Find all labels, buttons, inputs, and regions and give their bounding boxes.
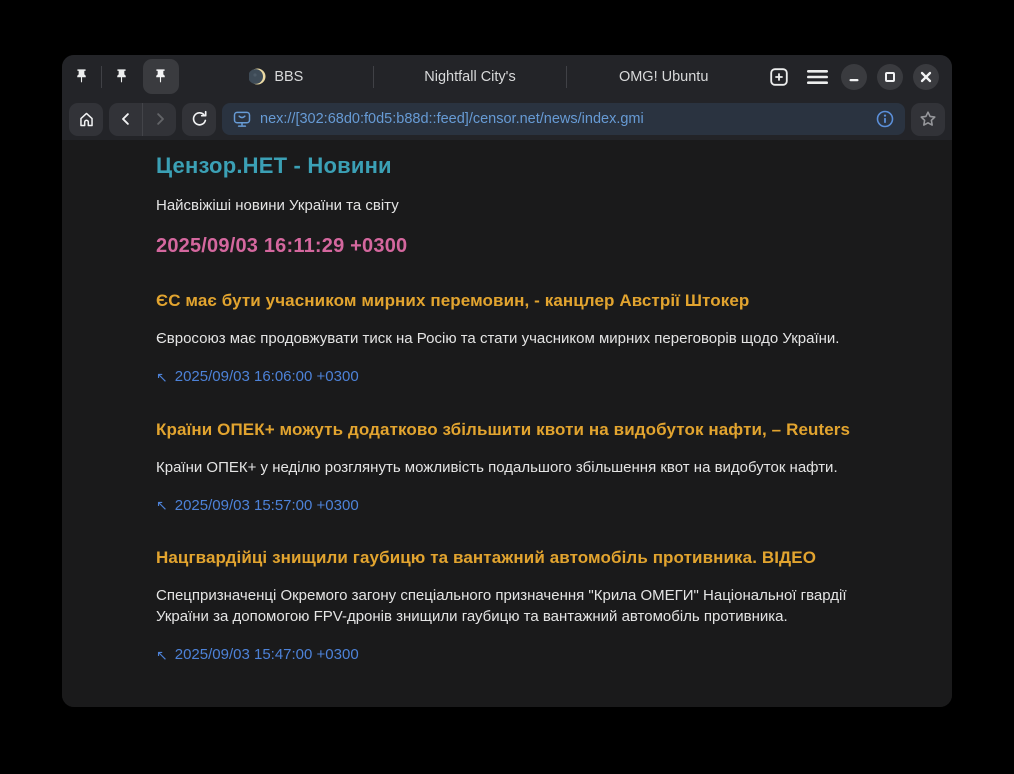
new-tab-button[interactable] (760, 55, 798, 98)
article-headline: Країни ОПЕК+ можуть додатково збільшити … (156, 420, 912, 440)
article-body: Країни ОПЕК+ у неділю розглянуть можливі… (156, 457, 856, 478)
tab-label: OMG! Ubuntu (619, 69, 708, 85)
plus-square-icon (768, 66, 790, 88)
browser-window: BBS Nightfall City's OMG! Ubuntu (62, 55, 952, 707)
feed-updated-timestamp: 2025/09/03 16:11:29 +0300 (156, 235, 912, 258)
terminal-monitor-icon (232, 109, 252, 129)
reload-icon (190, 110, 209, 129)
star-outline-icon (918, 109, 938, 129)
tab-nightfall-citys[interactable]: Nightfall City's (374, 55, 567, 98)
pinned-tab-1[interactable] (62, 55, 101, 98)
article-link[interactable]: ↖ 2025/09/03 16:06:00 +0300 (156, 368, 359, 385)
tab-label: Nightfall City's (424, 69, 515, 85)
home-button[interactable] (69, 103, 103, 136)
article-headline: Нацгвардійці знищили гаубицю та вантажни… (156, 548, 912, 568)
forward-button[interactable] (143, 103, 176, 136)
page-title: Цензор.НЕТ - Новини (156, 153, 912, 179)
article-link-label: 2025/09/03 15:57:00 +0300 (175, 497, 359, 514)
bookmark-button[interactable] (911, 103, 945, 136)
maximize-button[interactable] (877, 64, 903, 90)
pinned-tab-2[interactable] (102, 55, 141, 98)
minimize-icon (848, 71, 860, 83)
tab-bar: BBS Nightfall City's OMG! Ubuntu (62, 55, 952, 98)
pinned-tab-3-active[interactable] (141, 55, 180, 98)
article-link[interactable]: ↖ 2025/09/03 15:47:00 +0300 (156, 646, 359, 663)
article-link-label: 2025/09/03 16:06:00 +0300 (175, 368, 359, 385)
pushpin-icon (152, 68, 169, 85)
forward-chevron-icon (151, 110, 169, 128)
pushpin-icon (113, 68, 130, 85)
url-text: nex://[302:68d0:f0d5:b88d::feed]/censor.… (260, 111, 867, 127)
article-link-label: 2025/09/03 15:47:00 +0300 (175, 646, 359, 663)
reload-button[interactable] (182, 103, 216, 136)
menu-button[interactable] (798, 55, 836, 98)
article-link[interactable]: ↖ 2025/09/03 15:57:00 +0300 (156, 497, 359, 514)
link-arrow-icon: ↖ (156, 648, 168, 662)
back-chevron-icon (117, 110, 135, 128)
minimize-button[interactable] (841, 64, 867, 90)
tab-label: BBS (274, 69, 303, 85)
hamburger-icon (807, 68, 828, 86)
news-article: Країни ОПЕК+ можуть додатково збільшити … (156, 420, 912, 516)
article-headline: ЄС має бути учасником мирних перемовин, … (156, 291, 912, 311)
back-button[interactable] (109, 103, 142, 136)
close-icon (920, 71, 932, 83)
article-body: Спецпризначенці Окремого загону спеціаль… (156, 585, 856, 627)
url-bar[interactable]: nex://[302:68d0:f0d5:b88d::feed]/censor.… (222, 103, 905, 135)
navigation-bar: nex://[302:68d0:f0d5:b88d::feed]/censor.… (62, 98, 952, 140)
page-content: Цензор.НЕТ - Новини Найсвіжіші новини Ук… (62, 140, 952, 707)
tab-omg-ubuntu[interactable]: OMG! Ubuntu (567, 55, 760, 98)
tab-bbs[interactable]: BBS (180, 55, 373, 98)
article-body: Євросоюз має продовжувати тиск на Росію … (156, 328, 856, 349)
history-nav-group (109, 103, 176, 136)
maximize-icon (884, 71, 896, 83)
news-article: ЄС має бути учасником мирних перемовин, … (156, 291, 912, 387)
home-icon (77, 110, 96, 129)
link-arrow-icon: ↖ (156, 498, 168, 512)
info-icon[interactable] (875, 109, 895, 129)
page-subtitle: Найсвіжіші новини України та світу (156, 197, 912, 214)
pushpin-icon (73, 68, 90, 85)
crescent-moon-favicon (249, 68, 266, 85)
close-button[interactable] (913, 64, 939, 90)
link-arrow-icon: ↖ (156, 370, 168, 384)
news-article: Нацгвардійці знищили гаубицю та вантажни… (156, 548, 912, 665)
